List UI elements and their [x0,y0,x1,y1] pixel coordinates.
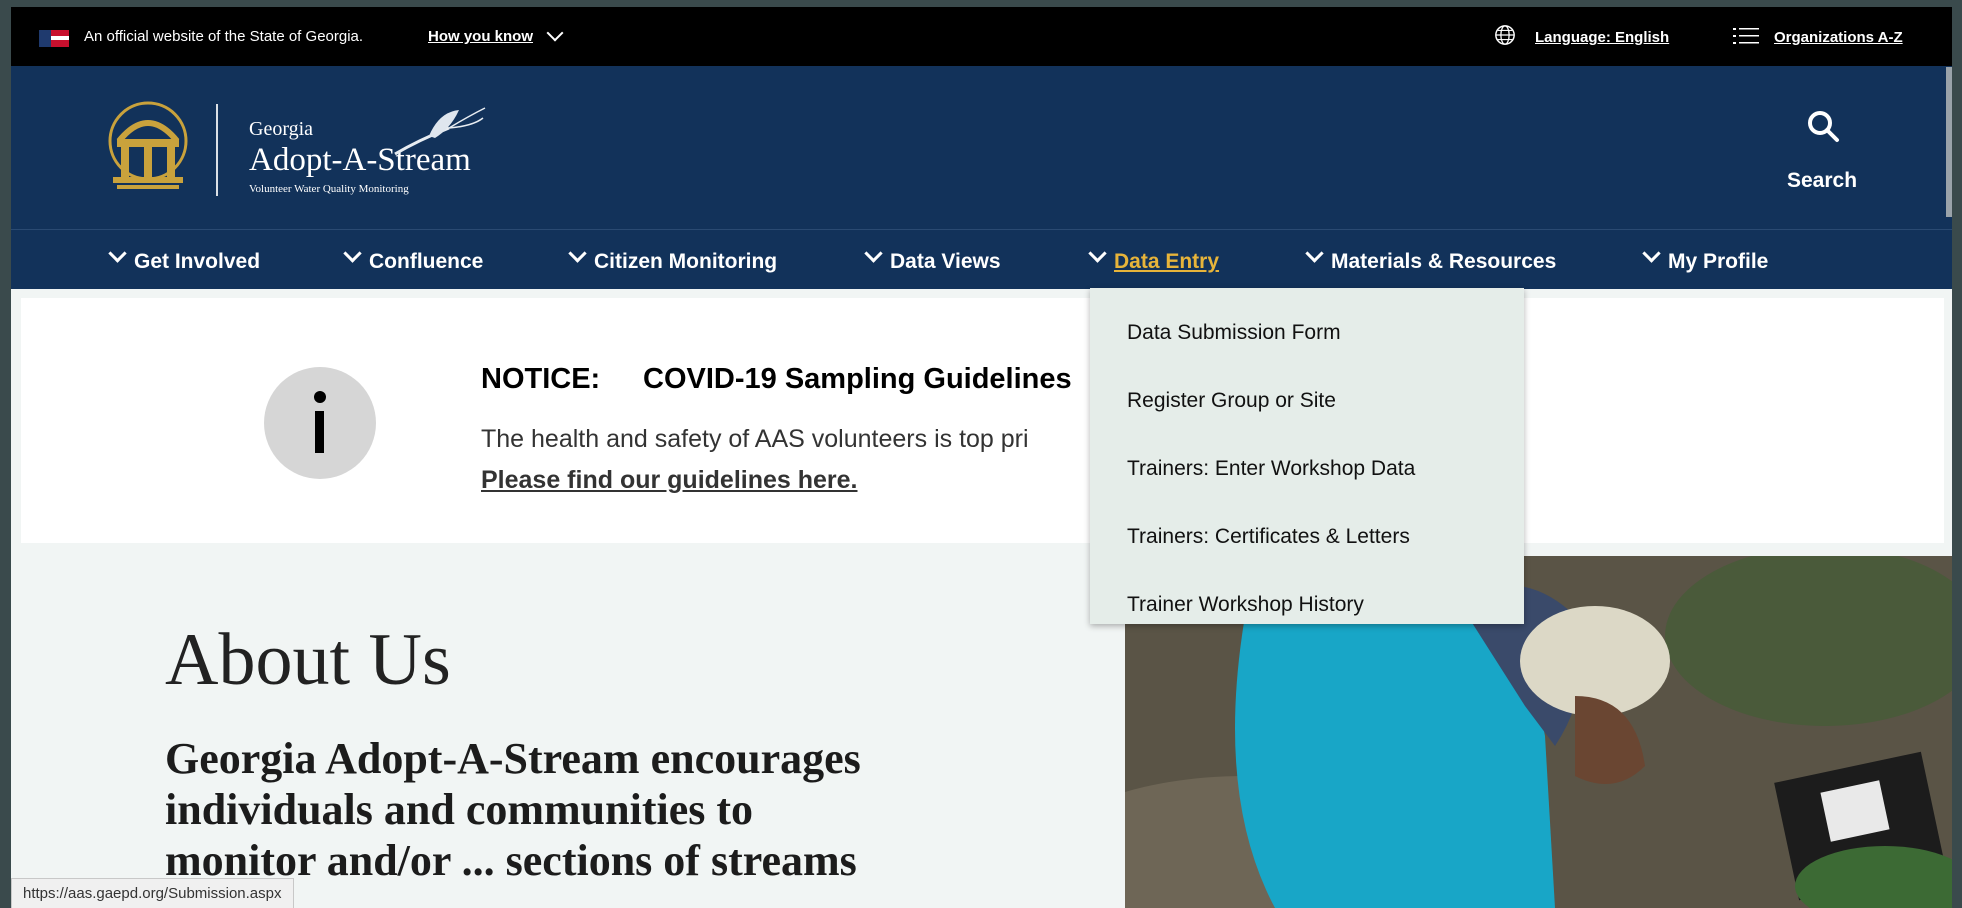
browser-viewport: An official website of the State of Geor… [11,7,1952,908]
nav-citizen-monitoring[interactable]: Citizen Monitoring [568,244,778,274]
menu-item-register-group-or-site[interactable]: Register Group or Site [1127,389,1336,413]
notice-label: NOTICE: [481,363,601,395]
chevron-down-icon [1305,244,1324,263]
nav-get-involved[interactable]: Get Involved [108,244,261,274]
menu-item-workshop-history[interactable]: Trainer Workshop History [1127,593,1364,617]
notice-title: COVID-19 Sampling Guidelines [643,363,1072,395]
nav-data-entry[interactable]: Data Entry [1088,244,1220,274]
main-nav: Get Involved Confluence Citizen Monitori… [11,229,1952,289]
globe-icon [1495,25,1515,45]
brand-tagline: Volunteer Water Quality Monitoring [249,183,409,195]
menu-item-data-submission-form[interactable]: Data Submission Form [1127,321,1341,345]
official-website-text: An official website of the State of Geor… [84,28,364,45]
georgia-flag-icon [39,30,69,47]
chevron-down-icon [1088,244,1107,263]
chevron-down-icon [343,244,362,263]
list-icon [1733,28,1759,44]
data-entry-dropdown: Data Submission Form Register Group or S… [1090,288,1524,624]
chevron-down-icon [568,244,587,263]
search-button[interactable]: Search [1787,169,1857,193]
official-banner: An official website of the State of Geor… [11,7,1952,66]
nav-confluence[interactable]: Confluence [343,244,484,274]
chevron-down-icon [864,244,883,263]
nav-label: Citizen Monitoring [594,250,778,273]
nav-my-profile[interactable]: My Profile [1642,244,1769,274]
search-icon[interactable] [1806,109,1840,143]
mayfly-icon [394,107,486,156]
info-dot [314,391,326,403]
nav-label: Confluence [369,250,484,273]
nav-materials-resources[interactable]: Materials & Resources [1305,244,1557,274]
page-scrollbar[interactable] [1946,67,1952,217]
info-icon [264,367,376,479]
menu-item-certificates-letters[interactable]: Trainers: Certificates & Letters [1127,525,1410,549]
info-bar [315,411,324,453]
nav-label: Materials & Resources [1331,250,1557,273]
nav-label: Get Involved [134,250,261,273]
menu-item-enter-workshop-data[interactable]: Trainers: Enter Workshop Data [1127,457,1415,481]
chevron-down-icon[interactable] [546,24,564,42]
nav-label: Data Entry [1114,250,1220,273]
about-title: About Us [165,619,451,701]
chevron-down-icon [108,244,127,263]
brand-georgia[interactable]: Georgia [249,118,313,141]
language-selector[interactable]: Language: English [1535,29,1669,46]
site-header: Georgia Adopt-A-Stream Volunteer Water Q… [11,66,1952,229]
organizations-az-link[interactable]: Organizations A-Z [1774,29,1903,46]
status-url: https://aas.gaepd.org/Submission.aspx [11,878,294,908]
guidelines-link[interactable]: Please find our guidelines here. [481,466,858,495]
covid-notice: NOTICE: COVID-19 Sampling Guidelines The… [21,298,1944,543]
how-you-know-link[interactable]: How you know [428,28,533,45]
notice-text: The health and safety of AAS volunteers … [481,425,1029,453]
nav-label: Data Views [890,250,1001,273]
georgia-seal-logo[interactable] [105,101,191,195]
logo-divider [216,104,218,196]
about-body: Georgia Adopt-A-Stream encourages indivi… [165,734,861,885]
nav-label: My Profile [1668,250,1769,273]
chevron-down-icon [1642,244,1661,263]
nav-data-views[interactable]: Data Views [864,244,1001,274]
